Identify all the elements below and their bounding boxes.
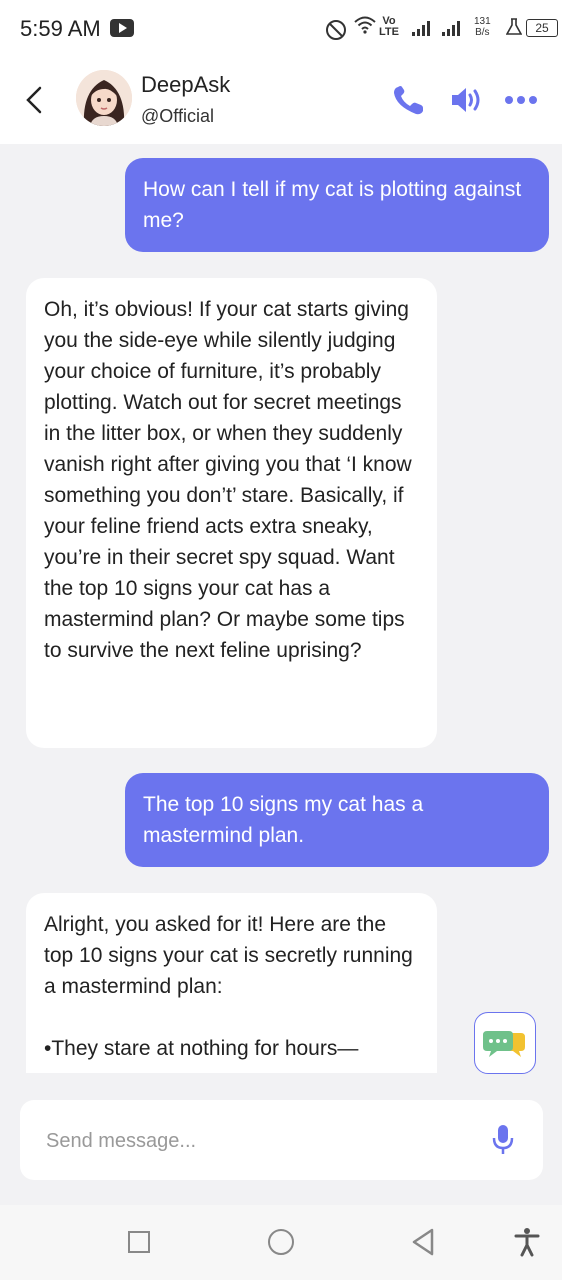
battery-level: 25	[535, 21, 549, 35]
do-not-disturb-icon	[326, 20, 346, 40]
message-input[interactable]	[44, 1122, 478, 1160]
back-button[interactable]	[22, 80, 52, 120]
bot-message[interactable]: Alright, you asked for it! Here are the …	[26, 893, 437, 1073]
chevron-left-icon	[26, 86, 42, 114]
bot-message[interactable]: Oh, it’s obvious! If your cat starts giv…	[26, 278, 437, 748]
home-icon[interactable]	[268, 1229, 294, 1255]
chat-header: DeepAsk @Official	[0, 58, 562, 144]
accessibility-icon[interactable]	[514, 1227, 540, 1262]
volte-bottom: LTE	[379, 26, 399, 38]
status-bar: 5:59 AM Vo LTE 131 B/s 25	[0, 0, 562, 58]
user-message[interactable]: How can I tell if my cat is plotting aga…	[125, 158, 549, 252]
user-message[interactable]: The top 10 signs my cat has a mastermind…	[125, 773, 549, 867]
system-navigation-bar	[0, 1205, 562, 1280]
phone-icon[interactable]	[390, 84, 426, 123]
signal-icon	[412, 18, 468, 41]
youtube-notification-icon	[110, 19, 134, 37]
battery-icon: 25	[526, 19, 558, 37]
avatar[interactable]	[76, 70, 132, 126]
recent-apps-icon[interactable]	[128, 1231, 150, 1253]
message-composer	[20, 1100, 543, 1180]
microphone-icon[interactable]	[492, 1124, 514, 1161]
volte-indicator: Vo LTE	[379, 16, 399, 38]
bot-message-bullet: •They stare at nothing for hours—	[44, 1037, 359, 1060]
status-time: 5:59 AM	[20, 16, 101, 41]
wifi-icon	[354, 16, 376, 40]
network-speed: 131 B/s	[474, 16, 491, 38]
contact-handle: @Official	[141, 106, 214, 126]
back-triangle-icon[interactable]	[410, 1227, 436, 1262]
contact-name: DeepAsk	[141, 72, 231, 97]
avatar-image	[76, 70, 132, 126]
flask-icon	[505, 18, 523, 41]
bot-message-intro: Alright, you asked for it! Here are the …	[44, 913, 413, 998]
chat-bubbles-icon	[483, 1031, 525, 1057]
more-options-icon[interactable]	[504, 92, 538, 110]
speed-value: 131	[474, 16, 491, 27]
speed-unit: B/s	[475, 27, 490, 38]
floating-chat-button[interactable]	[474, 1012, 536, 1074]
volume-icon[interactable]	[450, 84, 484, 121]
